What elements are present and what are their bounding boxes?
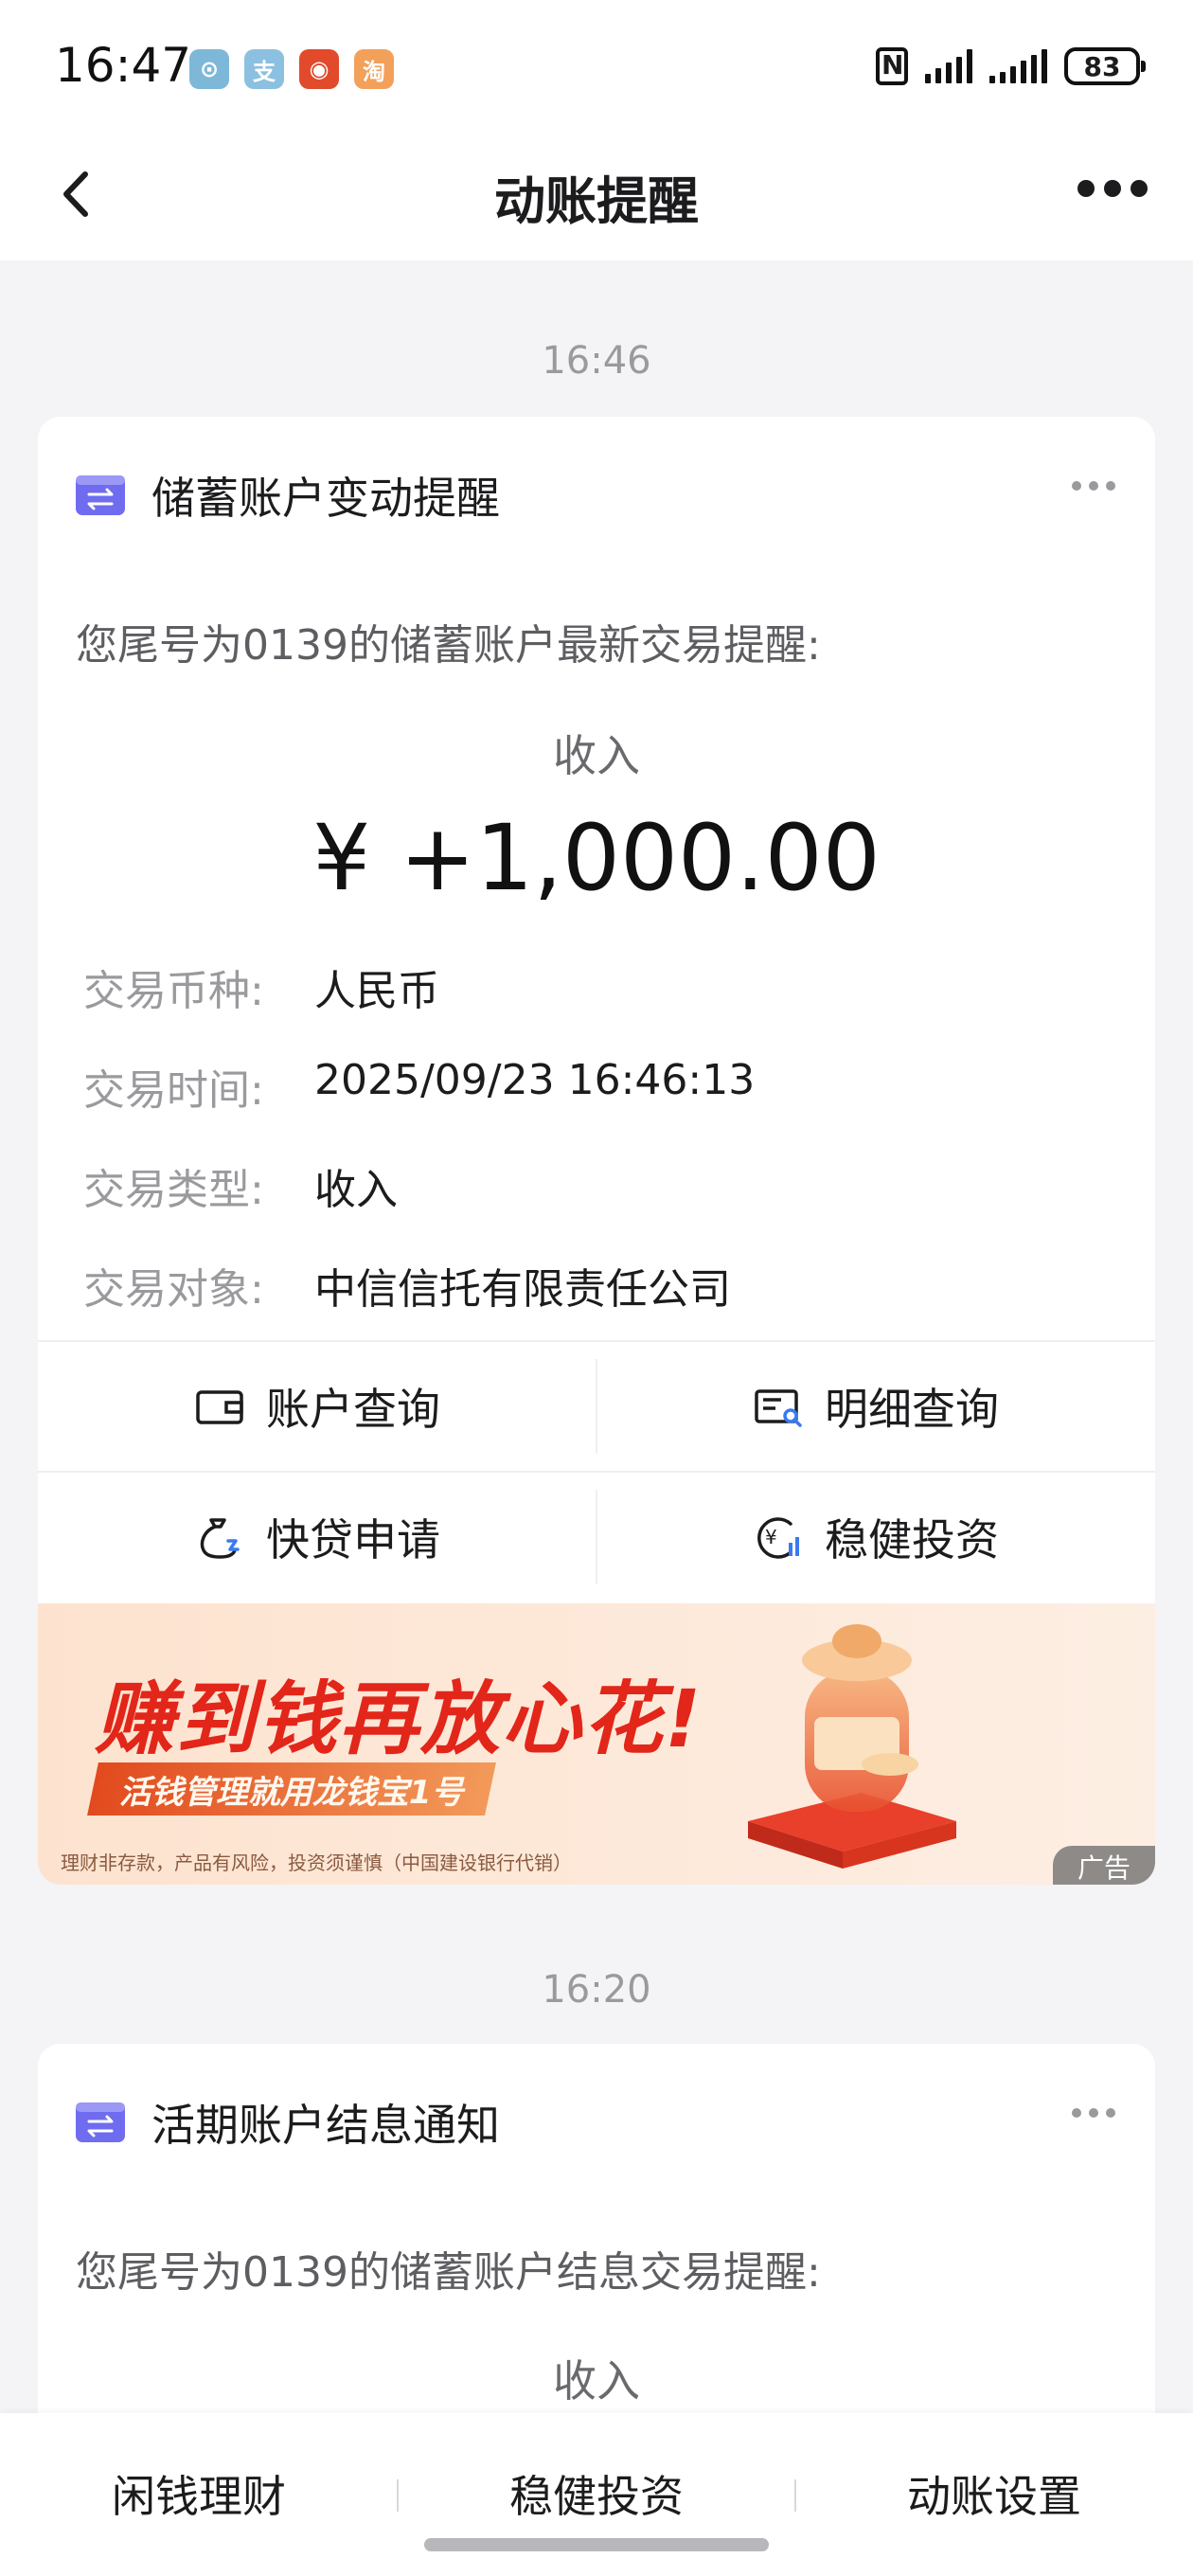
wallet-icon [196,1390,243,1424]
detail-value: 收入 [314,1166,398,1214]
detail-row-counterparty: 交易对象: 中信信托有限责任公司 [83,1255,731,1315]
card-title: 活期账户结息通知 [151,2100,500,2151]
detail-row-time: 交易时间: 2025/09/23 16:46:13 [83,1056,755,1117]
account-query-button[interactable]: 账户查询 [38,1342,596,1471]
yuan-chart-icon: ¥ [757,1517,799,1559]
quick-loan-button[interactable]: 快贷申请 [38,1473,596,1601]
statement-search-icon [755,1389,802,1427]
ad-headline: 赚到钱再放心花! [95,1673,703,1765]
card-more-icon[interactable] [1072,2108,1115,2118]
detail-label: 交易类型: [83,1166,264,1214]
detail-value: 中信信托有限责任公司 [314,1265,731,1314]
status-bar: 16:47 ⊙ 支 ◉ 淘 83 [0,0,1193,133]
status-indicators: 83 [876,47,1146,85]
action-label: 稳健投资 [825,1514,999,1565]
transaction-direction: 收入 [553,730,640,781]
nfc-icon [876,47,908,85]
card-more-icon[interactable] [1072,481,1115,491]
battery-icon: 83 [1064,47,1146,85]
detail-value: 人民币 [314,967,439,1015]
svg-text:¥: ¥ [765,1526,777,1548]
ad-disclaimer: 理财非存款，产品有风险，投资须谨慎（中国建设银行代销） [61,1852,572,1874]
tab-idle-money[interactable]: 闲钱理财 [0,2462,398,2525]
transaction-amount: ¥ +1,000.00 [312,805,881,911]
action-grid: 账户查询 明细查询 快贷申请 ¥ 稳健投资 [38,1340,1155,1603]
message-timestamp: 16:46 [542,339,651,383]
signal-icon-secondary [989,49,1047,83]
detail-query-button[interactable]: 明细查询 [596,1342,1155,1471]
detail-row-currency: 交易币种: 人民币 [83,957,439,1017]
action-label: 明细查询 [825,1384,999,1435]
card-title: 储蓄账户变动提醒 [151,473,500,524]
more-options-icon[interactable] [1077,180,1148,197]
status-time: 16:47 [55,38,192,93]
transaction-direction: 收入 [553,2355,640,2406]
home-indicator[interactable] [424,2538,769,2551]
money-bag-icon [200,1518,240,1559]
detail-row-type: 交易类型: 收入 [83,1155,398,1216]
card-header: 储蓄账户变动提醒 [76,464,500,527]
action-label: 快贷申请 [266,1514,440,1565]
ad-subtitle: 活钱管理就用龙钱宝1号 [87,1762,496,1816]
steady-invest-button[interactable]: ¥ 稳健投资 [596,1473,1155,1601]
action-label: 账户查询 [266,1384,440,1435]
tab-account-settings[interactable]: 动账设置 [795,2462,1193,2525]
taobao-app-icon: 淘 [354,49,394,89]
transfer-icon [76,475,125,515]
ad-tag: 广告 [1053,1846,1155,1885]
message-timestamp: 16:20 [542,1968,651,2012]
bottom-tab-bar: 闲钱理财 稳健投资 动账设置 [0,2413,1193,2576]
detail-label: 交易币种: [83,967,264,1015]
signal-icon [925,49,972,83]
notification-card: 储蓄账户变动提醒 您尾号为0139的储蓄账户最新交易提醒: 收入 ¥ +1,00… [38,417,1155,1885]
weibo-app-icon: ◉ [299,49,339,89]
detail-value: 2025/09/23 16:46:13 [314,1056,756,1104]
detail-label: 交易对象: [83,1265,264,1314]
alipay-app-icon: 支 [244,49,284,89]
nav-bar: 动账提醒 [0,133,1193,260]
card-intro-text: 您尾号为0139的储蓄账户结息交易提醒: [76,2248,821,2297]
card-header: 活期账户结息通知 [76,2091,500,2154]
transfer-icon [76,2102,125,2142]
tab-steady-invest[interactable]: 稳健投资 [398,2462,795,2525]
page-title: 动账提醒 [494,171,699,231]
camera-app-icon: ⊙ [189,49,229,89]
ad-illustration [748,1624,956,1869]
card-intro-text: 您尾号为0139的储蓄账户最新交易提醒: [76,621,821,670]
notification-app-icons: ⊙ 支 ◉ 淘 [189,49,394,89]
detail-label: 交易时间: [83,1066,264,1115]
ad-banner[interactable]: 赚到钱再放心花! 活钱管理就用龙钱宝1号 理财非存款，产品有风险，投资须谨慎（中… [38,1603,1155,1885]
